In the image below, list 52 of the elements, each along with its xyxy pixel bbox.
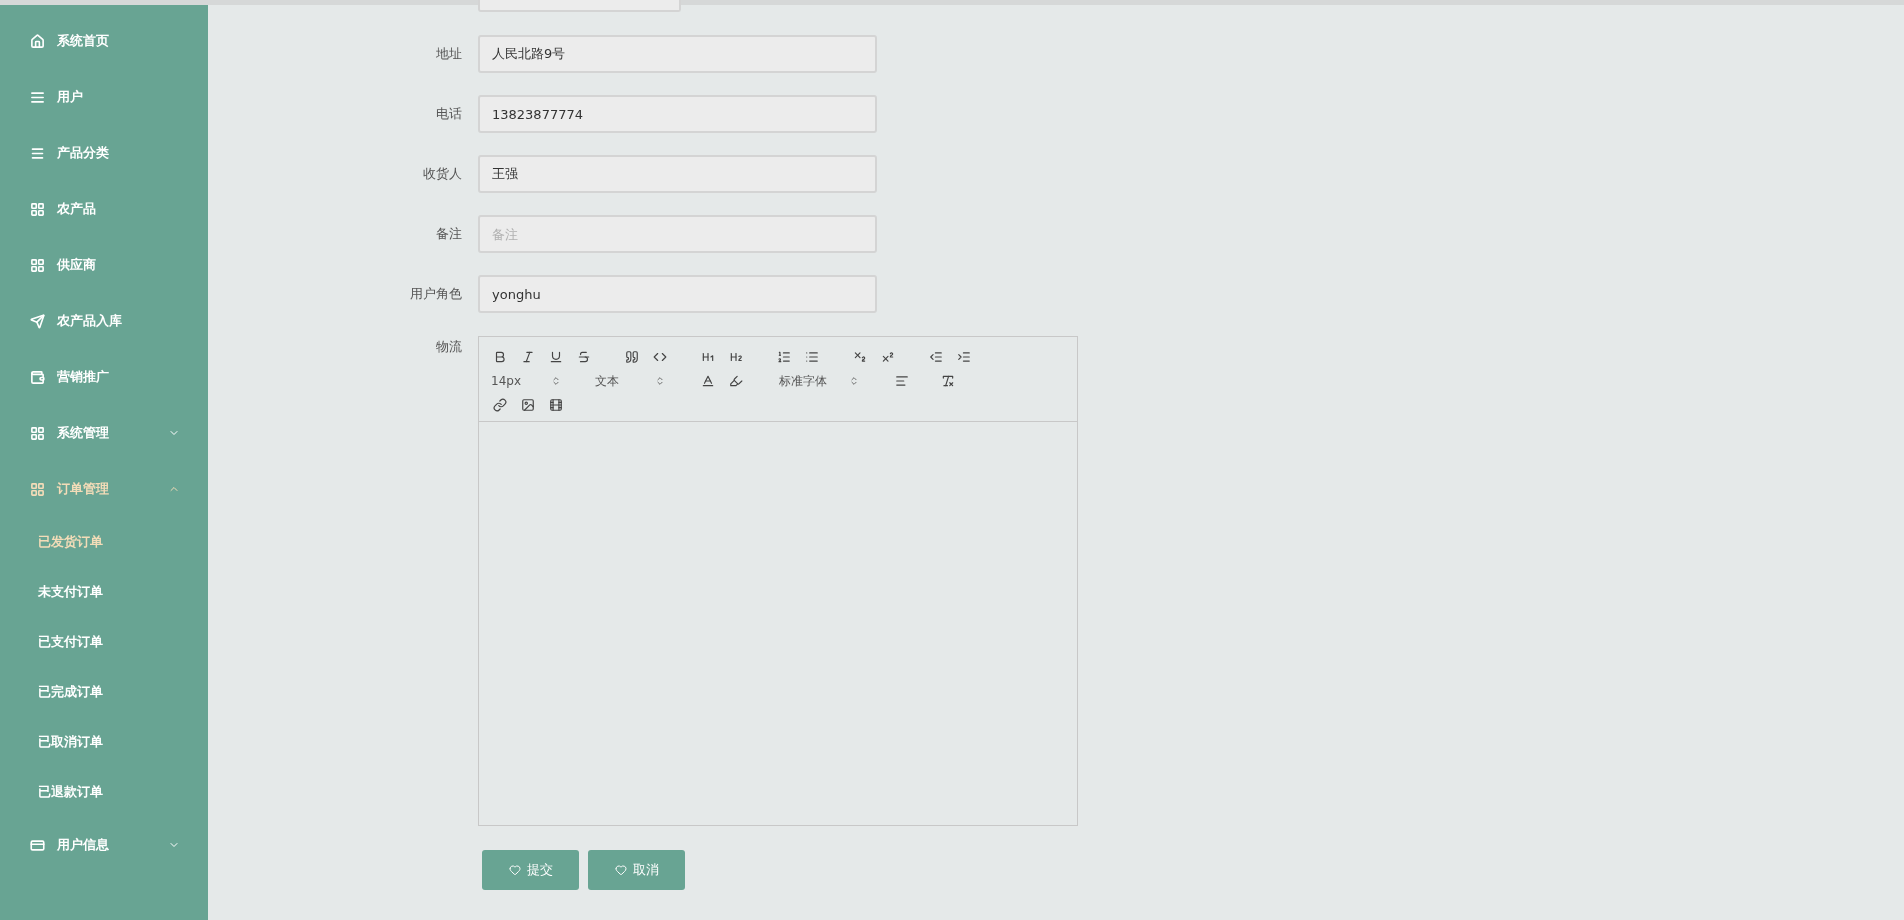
grid-icon: [30, 481, 45, 497]
sidebar-item[interactable]: 系统管理: [0, 405, 208, 461]
input-field[interactable]: yonghu: [478, 275, 877, 313]
menu-icon: [30, 145, 45, 161]
input-field[interactable]: 13823877774: [478, 95, 877, 133]
list-icon: [30, 89, 45, 105]
editor-select[interactable]: 标准字体: [779, 372, 859, 390]
sidebar-item[interactable]: 农产品入库: [0, 293, 208, 349]
paper-plane-icon: [30, 313, 45, 329]
grid-icon: [30, 201, 45, 217]
editor-select[interactable]: 文本: [595, 372, 665, 390]
sidebar-item[interactable]: 用户信息: [0, 817, 208, 873]
sidebar-item[interactable]: 产品分类: [0, 125, 208, 181]
home-icon: [30, 33, 45, 49]
link-icon[interactable]: [491, 396, 509, 414]
field-label: 电话: [435, 105, 463, 123]
film-icon[interactable]: [547, 396, 565, 414]
cancel-button[interactable]: 取消: [588, 850, 685, 890]
card-icon: [30, 837, 45, 853]
submenu-item[interactable]: 已发货订单: [0, 517, 208, 567]
input-field[interactable]: [478, 0, 681, 12]
updown-icon: [551, 376, 561, 386]
editor-select[interactable]: 14px: [491, 374, 561, 388]
submit-button[interactable]: 提交: [482, 850, 579, 890]
sidebar-item[interactable]: 营销推广: [0, 349, 208, 405]
image-icon[interactable]: [519, 396, 537, 414]
grid-icon: [30, 257, 45, 273]
field-label: 地址: [435, 45, 463, 63]
heart-icon: [508, 864, 521, 876]
input-field[interactable]: 人民北路9号: [478, 35, 877, 73]
field-label: 收货人: [422, 165, 463, 183]
sidebar-item[interactable]: 供应商: [0, 237, 208, 293]
submenu-item[interactable]: 已取消订单: [0, 717, 208, 767]
updown-icon: [849, 376, 859, 386]
submenu-item[interactable]: 已完成订单: [0, 667, 208, 717]
field-label: 用户角色: [409, 285, 463, 303]
submenu-item[interactable]: 已支付订单: [0, 617, 208, 667]
sidebar-item[interactable]: 农产品: [0, 181, 208, 237]
submenu-item[interactable]: 已退款订单: [0, 767, 208, 817]
field-label: 备注: [435, 225, 463, 243]
sidebar-item[interactable]: 用户: [0, 69, 208, 125]
field-label: 物流: [435, 338, 463, 356]
input-field[interactable]: 备注: [478, 215, 877, 253]
grid-icon: [30, 425, 45, 441]
quote-icon[interactable]: [623, 348, 641, 366]
wallet-icon: [30, 369, 45, 385]
heart-icon: [614, 864, 627, 876]
sidebar-item[interactable]: 订单管理: [0, 461, 208, 517]
updown-icon: [655, 376, 665, 386]
sidebar-item[interactable]: 系统首页: [0, 13, 208, 69]
submenu-item[interactable]: 未支付订单: [0, 567, 208, 617]
input-field[interactable]: 王强: [478, 155, 877, 193]
